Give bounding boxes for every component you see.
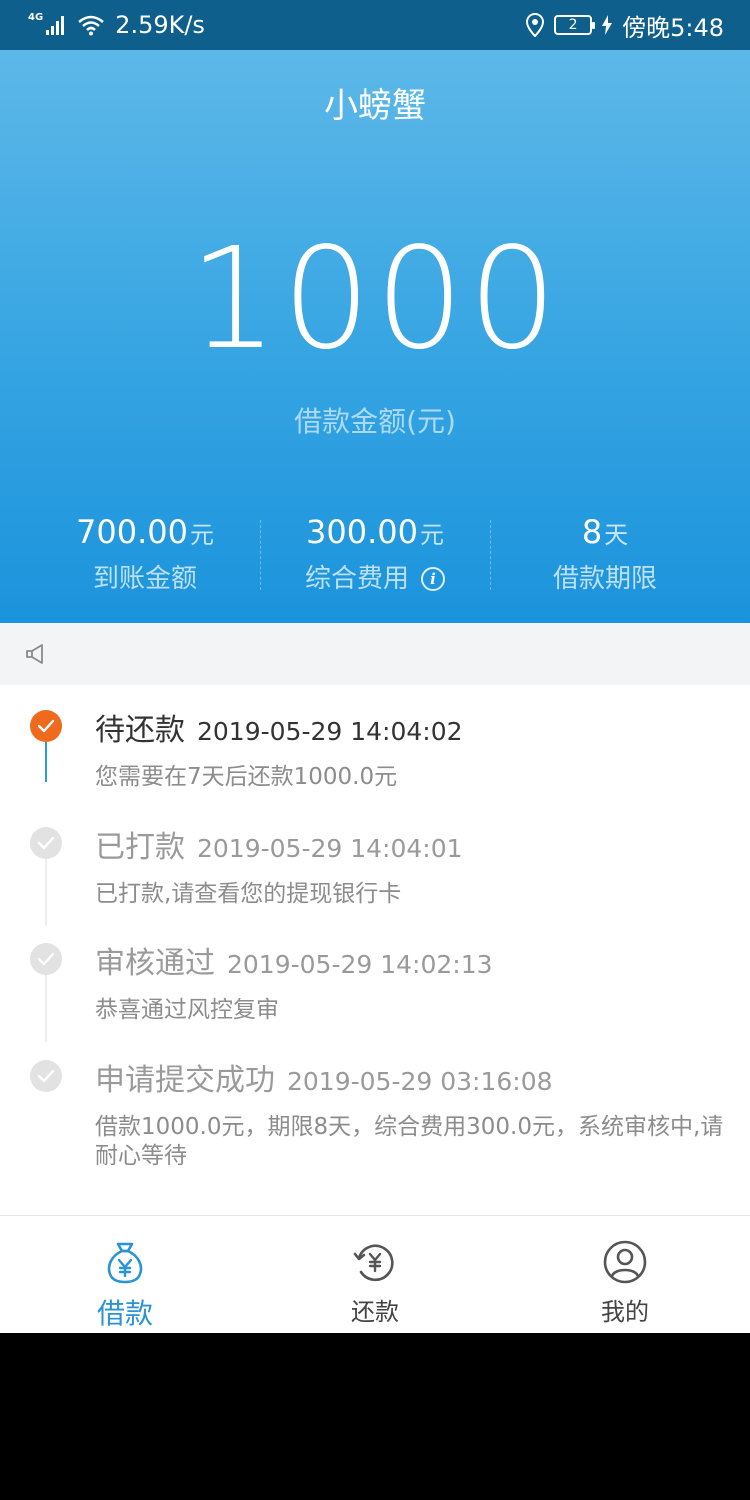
stat-label: 到账金额: [92, 564, 197, 594]
timeline-connector: [45, 859, 47, 926]
clock: 傍晚5:48: [622, 13, 724, 42]
timeline-time: 2019-05-29 03:16:08: [287, 1067, 553, 1096]
stat-received: 700.00元 到账金额: [30, 510, 260, 600]
tab-borrow[interactable]: 借款: [0, 1216, 250, 1333]
loan-timeline: 待还款 2019-05-29 14:04:02 您需要在7天后还款1000.0元…: [0, 685, 750, 1215]
sim-number: 2: [568, 17, 578, 33]
timeline-status: 申请提交成功: [95, 1063, 275, 1098]
timeline-desc: 恭喜通过风控复审: [95, 997, 279, 1023]
stat-label: 借款期限: [552, 564, 657, 594]
tab-repay[interactable]: 还款: [250, 1216, 500, 1333]
stat-fee: 300.00元 综合费用 i: [260, 510, 490, 600]
timeline-status: 待还款: [95, 713, 185, 748]
repay-icon: [353, 1244, 394, 1282]
location-icon: [526, 13, 545, 37]
user-icon: [603, 1240, 647, 1284]
stat-term: 8天 借款期限: [490, 510, 720, 600]
stat-unit: 元: [419, 521, 444, 549]
tab-label: 还款: [351, 1298, 399, 1326]
stat-value: 300.00: [306, 513, 418, 551]
timeline-time: 2019-05-29 14:04:01: [197, 834, 463, 863]
timeline-connector: [45, 975, 47, 1042]
stat-value: 8: [581, 513, 603, 551]
charging-icon: [602, 15, 613, 35]
timeline-time: 2019-05-29 14:04:02: [197, 717, 463, 746]
loan-summary: 小螃蟹 1000 借款金额(元) 700.00元 到账金额 300.00元 综合…: [0, 50, 750, 623]
bottom-tab-bar: 借款 还款 我的: [0, 1215, 750, 1333]
timeline-desc: 已打款,请查看您的提现银行卡: [95, 881, 402, 907]
stat-value: 700.00: [76, 513, 188, 551]
loan-amount-label: 借款金额(元): [294, 405, 456, 438]
speaker-icon: [26, 644, 43, 664]
loan-stats: 700.00元 到账金额 300.00元 综合费用 i 8天 借款期限: [30, 510, 720, 600]
tab-label: 我的: [601, 1298, 649, 1326]
tab-label: 借款: [96, 1297, 153, 1330]
network-type: 4G: [28, 11, 44, 23]
money-bag-icon: [107, 1242, 143, 1284]
navigation-area: [0, 1333, 750, 1500]
notice-bar[interactable]: [0, 623, 750, 685]
stat-unit: 天: [604, 521, 629, 549]
timeline-status: 已打款: [95, 830, 185, 865]
check-icon: [30, 710, 62, 742]
check-icon: [30, 1060, 62, 1092]
stat-label: 综合费用: [304, 564, 409, 594]
page-title: 小螃蟹: [324, 86, 426, 126]
status-right: 2 傍晚5:48: [526, 8, 724, 43]
status-bar: 4G 2.59K/s 2 傍晚5:48: [0, 0, 750, 50]
info-icon[interactable]: i: [421, 567, 445, 591]
timeline-connector: [45, 742, 47, 782]
signal-icon: [46, 16, 65, 35]
check-icon: [30, 943, 62, 975]
check-icon: [30, 827, 62, 859]
network-speed: 2.59K/s: [115, 11, 205, 39]
timeline-desc: 借款1000.0元，期限8天，综合费用300.0元，系统审核中,请耐心等待: [95, 1114, 724, 1169]
battery-icon: 2: [554, 15, 596, 35]
timeline-status: 审核通过: [95, 946, 215, 981]
timeline-desc: 您需要在7天后还款1000.0元: [95, 764, 398, 790]
loan-amount: 1000: [188, 218, 562, 381]
wifi-icon: [78, 15, 104, 36]
timeline-time: 2019-05-29 14:02:13: [227, 950, 493, 979]
stat-unit: 元: [189, 521, 214, 549]
status-left: 4G 2.59K/s: [28, 11, 205, 39]
tab-mine[interactable]: 我的: [500, 1216, 750, 1333]
